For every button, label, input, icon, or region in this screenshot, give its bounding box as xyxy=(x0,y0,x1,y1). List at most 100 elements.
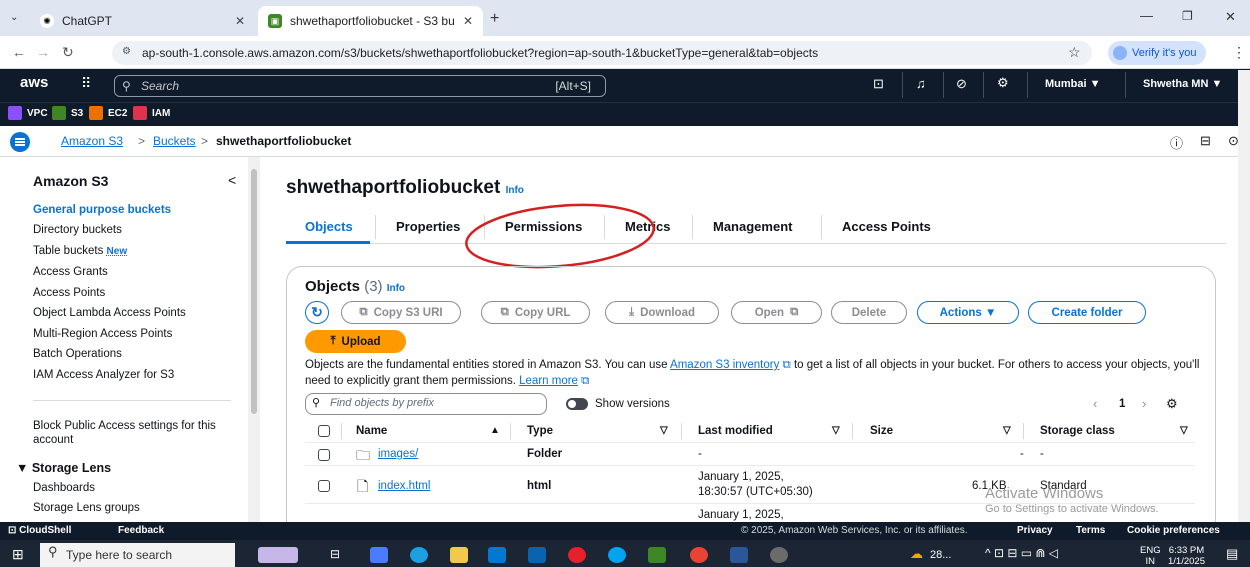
row-checkbox[interactable] xyxy=(318,449,330,461)
sort-icon[interactable]: ▽ xyxy=(660,425,668,436)
s3-taskbar-icon[interactable] xyxy=(648,547,666,563)
info-panel-icon[interactable]: ⓘ xyxy=(1170,133,1183,152)
site-info-icon[interactable]: ⚙ xyxy=(122,46,131,57)
column-header-storage-class[interactable]: Storage class xyxy=(1040,425,1115,437)
help-icon[interactable]: ⊘ xyxy=(956,76,967,92)
tab-access-points[interactable]: Access Points xyxy=(842,219,931,234)
tab-management[interactable]: Management xyxy=(713,219,792,234)
reload-icon[interactable]: ↻ xyxy=(62,44,74,61)
notifications-panel-icon[interactable]: ⊟ xyxy=(1200,133,1211,149)
tab-chatgpt[interactable]: ✺ ChatGPT ✕ xyxy=(30,6,255,36)
sort-icon[interactable]: ▽ xyxy=(1180,425,1188,436)
tab-s3-bucket[interactable]: ▣ shwethaportfoliobucket - S3 bu ✕ xyxy=(258,6,483,36)
taskbar-search[interactable]: Type here to search xyxy=(40,543,235,567)
create-folder-button[interactable]: Create folder xyxy=(1028,301,1146,324)
copy-s3-uri-button[interactable]: ⧉ Copy S3 URI xyxy=(341,301,461,324)
terms-link[interactable]: Terms xyxy=(1076,525,1105,536)
actions-button[interactable]: Actions ▼ xyxy=(917,301,1019,324)
row-checkbox[interactable] xyxy=(318,480,330,492)
open-button[interactable]: Open ⧉ xyxy=(731,301,822,324)
browser-menu-icon[interactable]: ⋮ xyxy=(1232,44,1246,61)
back-icon[interactable]: ← xyxy=(12,44,26,60)
sidebar-item-access-points[interactable]: Access Points xyxy=(33,287,105,299)
privacy-link[interactable]: Privacy xyxy=(1017,525,1053,536)
sidebar-item-directory-buckets[interactable]: Directory buckets xyxy=(33,224,122,236)
store-icon[interactable] xyxy=(488,547,506,563)
show-versions-toggle[interactable] xyxy=(566,398,588,410)
breadcrumb-buckets[interactable]: Buckets xyxy=(153,134,196,148)
account-menu[interactable]: Shwetha MN ▼ xyxy=(1143,78,1222,90)
bookmark-star-icon[interactable]: ☆ xyxy=(1068,44,1081,61)
column-header-type[interactable]: Type xyxy=(527,425,553,437)
weather-temp[interactable]: 28... xyxy=(930,550,951,561)
sidebar-item-storage-lens-groups[interactable]: Storage Lens groups xyxy=(33,502,140,514)
close-window-icon[interactable]: ✕ xyxy=(1225,9,1236,25)
delete-button[interactable]: Delete xyxy=(831,301,907,324)
close-tab-icon[interactable]: ✕ xyxy=(463,14,473,28)
feedback-link[interactable]: Feedback xyxy=(118,525,164,536)
aws-logo[interactable]: aws xyxy=(20,74,48,91)
sidebar-item-table-buckets[interactable]: Table buckets New xyxy=(33,245,127,257)
forward-icon[interactable]: → xyxy=(36,44,50,60)
cloudshell-icon[interactable]: ⊡ xyxy=(873,76,884,92)
object-name-link[interactable]: index.html xyxy=(378,480,430,492)
column-header-name[interactable]: Name xyxy=(356,425,387,437)
app-icon[interactable] xyxy=(770,547,788,563)
breadcrumb-amazon-s3[interactable]: Amazon S3 xyxy=(61,134,123,148)
aws-search-input[interactable]: ⚲ Search [Alt+S] xyxy=(114,75,606,97)
favorite-s3[interactable]: S3 xyxy=(52,106,83,120)
url-field[interactable]: ap-south-1.console.aws.amazon.com/s3/buc… xyxy=(112,41,1092,65)
task-view-icon[interactable]: ⊟ xyxy=(330,547,348,563)
prev-page-icon[interactable]: ‹ xyxy=(1093,396,1097,411)
region-selector[interactable]: Mumbai ▼ xyxy=(1045,78,1101,90)
clock[interactable]: 6:33 PM 1/1/2025 xyxy=(1168,545,1205,567)
edge-icon[interactable] xyxy=(410,547,428,563)
windows-start-icon[interactable]: ⊞ xyxy=(12,546,24,563)
table-settings-gear-icon[interactable]: ⚙ xyxy=(1166,396,1178,412)
sidebar-item-batch-operations[interactable]: Batch Operations xyxy=(33,348,122,360)
sidebar-item-access-grants[interactable]: Access Grants xyxy=(33,266,108,278)
learn-more-link[interactable]: Learn more xyxy=(519,375,578,387)
download-button[interactable]: ⤓ Download xyxy=(605,301,719,324)
mail-icon[interactable] xyxy=(528,547,546,563)
services-grid-icon[interactable]: ⠿ xyxy=(81,75,91,92)
new-tab-button[interactable]: + xyxy=(490,10,499,28)
close-tab-icon[interactable]: ✕ xyxy=(235,14,245,28)
sidebar-item-object-lambda[interactable]: Object Lambda Access Points xyxy=(33,307,186,319)
tab-objects[interactable]: Objects xyxy=(305,219,353,234)
sidebar-item-multi-region[interactable]: Multi-Region Access Points xyxy=(33,328,172,340)
storage-lens-section[interactable]: ▼ Storage Lens xyxy=(16,461,111,475)
column-header-size[interactable]: Size xyxy=(870,425,893,437)
tab-list-chevron-icon[interactable]: ⌄ xyxy=(10,12,18,23)
chrome-icon[interactable] xyxy=(690,547,708,563)
sort-icon[interactable]: ▽ xyxy=(1003,425,1011,436)
collapse-sidebar-icon[interactable]: < xyxy=(228,172,236,188)
sort-icon[interactable]: ▲ xyxy=(490,425,500,436)
settings-gear-icon[interactable]: ⚙ xyxy=(997,75,1009,91)
sort-icon[interactable]: ▽ xyxy=(832,425,840,436)
notification-center-icon[interactable]: ▤ xyxy=(1226,547,1238,560)
restore-icon[interactable]: ❐ xyxy=(1182,9,1193,23)
sidebar-item-iam-access-analyzer[interactable]: IAM Access Analyzer for S3 xyxy=(33,369,174,381)
object-name-link[interactable]: images/ xyxy=(378,448,418,460)
page-number[interactable]: 1 xyxy=(1119,398,1125,410)
tab-properties[interactable]: Properties xyxy=(396,219,460,234)
copy-url-button[interactable]: ⧉ Copy URL xyxy=(481,301,590,324)
word-icon[interactable] xyxy=(730,547,748,563)
info-link[interactable]: Info xyxy=(506,185,524,196)
s3-inventory-link[interactable]: Amazon S3 inventory xyxy=(670,359,779,371)
skype-icon[interactable] xyxy=(608,547,626,563)
favorite-iam[interactable]: IAM xyxy=(133,106,170,120)
file-explorer-icon[interactable] xyxy=(450,547,468,563)
sidebar-item-dashboards[interactable]: Dashboards xyxy=(33,482,95,494)
language-indicator[interactable]: ENG IN xyxy=(1140,545,1161,567)
upload-button[interactable]: ⤒ Upload xyxy=(305,330,406,353)
sidebar-item-block-public-access[interactable]: Block Public Access settings for this ac… xyxy=(33,419,223,447)
page-scrollbar[interactable] xyxy=(1238,70,1250,522)
cookie-preferences-link[interactable]: Cookie preferences xyxy=(1127,525,1220,536)
info-link[interactable]: Info xyxy=(387,283,405,294)
copilot-icon[interactable] xyxy=(370,547,388,563)
select-all-checkbox[interactable] xyxy=(318,425,330,437)
refresh-button[interactable]: ↻ xyxy=(305,301,329,324)
tray-icons[interactable]: ^ ⊡ ⊟ ▭ ⋒ ◁ xyxy=(985,547,1058,559)
